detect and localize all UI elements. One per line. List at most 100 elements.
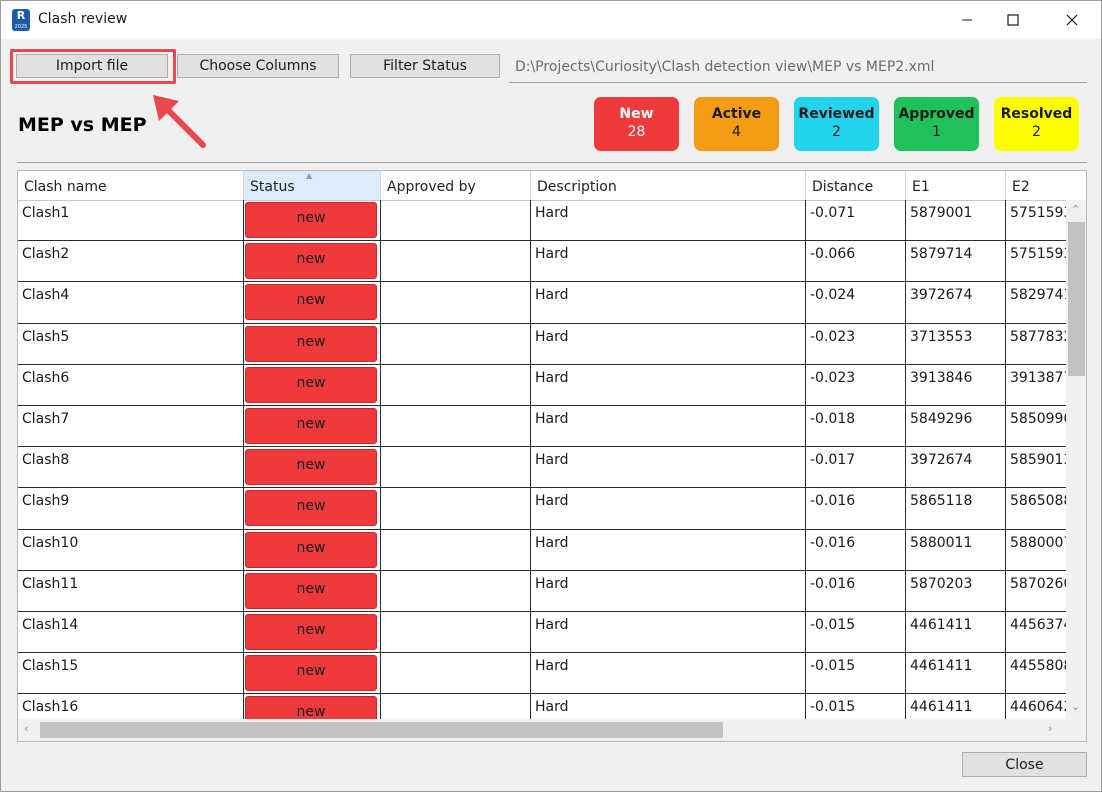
status-tile-reviewed[interactable]: Reviewed 2 — [794, 97, 879, 151]
status-tile-label: Resolved — [1000, 106, 1073, 122]
minimize-button[interactable] — [944, 1, 990, 39]
table-row[interactable]: Clash15 new Hard -0.015 4461411 4455808 — [18, 653, 1086, 695]
status-badge[interactable]: new — [245, 449, 377, 486]
vertical-scroll-thumb[interactable] — [1068, 222, 1085, 376]
cell-distance: -0.016 — [806, 529, 906, 571]
status-badge[interactable]: new — [245, 531, 377, 568]
status-badge[interactable]: new — [245, 202, 377, 238]
column-header-e1[interactable]: E1 — [906, 171, 1006, 200]
table-row[interactable]: Clash5 new Hard -0.023 3713553 5877832 — [18, 323, 1086, 365]
cell-name: Clash8 — [18, 447, 244, 489]
table-row[interactable]: Clash6 new Hard -0.023 3913846 3913877 — [18, 364, 1086, 406]
cell-description: Hard — [531, 323, 806, 365]
column-header-description[interactable]: Description — [531, 171, 806, 200]
table-row[interactable]: Clash2 new Hard -0.066 5879714 5751593 — [18, 241, 1086, 283]
cell-approved-by — [381, 364, 531, 406]
cell-name: Clash6 — [18, 364, 244, 406]
cell-description: Hard — [531, 653, 806, 695]
clash-table: Clash name Status ▲ Approved by Description D… — [17, 170, 1087, 742]
close-button[interactable]: Close — [962, 752, 1087, 777]
status-tile-active[interactable]: Active 4 — [694, 97, 779, 151]
status-badge[interactable]: new — [245, 572, 377, 609]
scroll-corner — [1066, 719, 1086, 741]
cell-e1: 5849296 — [906, 406, 1006, 448]
table-row[interactable]: Clash1 new Hard -0.071 5879001 5751593 — [18, 200, 1086, 242]
cell-distance: -0.016 — [806, 488, 906, 530]
filter-status-button[interactable]: Filter Status — [350, 54, 500, 78]
status-badge[interactable]: new — [245, 325, 377, 362]
column-header-approved-by[interactable]: Approved by — [381, 171, 531, 200]
import-highlight-box — [10, 49, 176, 84]
scroll-left-icon[interactable]: ‹ — [24, 722, 28, 735]
page-title: MEP vs MEP — [18, 114, 147, 136]
table-row[interactable]: Clash7 new Hard -0.018 5849296 5850990 — [18, 406, 1086, 448]
status-badge[interactable]: new — [245, 490, 377, 527]
cell-distance: -0.016 — [806, 570, 906, 612]
cell-name: Clash14 — [18, 612, 244, 654]
status-badge[interactable]: new — [245, 243, 377, 280]
cell-e1: 3713553 — [906, 323, 1006, 365]
cell-distance: -0.017 — [806, 447, 906, 489]
status-tile-label: New — [619, 106, 654, 122]
status-tile-label: Approved — [898, 106, 975, 122]
scroll-down-icon[interactable]: ⌄ — [1071, 700, 1080, 713]
maximize-button[interactable] — [990, 1, 1036, 39]
status-cell: new — [244, 653, 381, 695]
cell-e1: 5865118 — [906, 488, 1006, 530]
cell-name: Clash5 — [18, 323, 244, 365]
file-path-label: D:\Projects\Curiosity\Clash detection vi… — [515, 59, 935, 75]
column-header-clash-name[interactable]: Clash name — [18, 171, 244, 200]
table-row[interactable]: Clash14 new Hard -0.015 4461411 4456374 — [18, 612, 1086, 654]
status-badge[interactable]: new — [245, 655, 377, 692]
cell-description: Hard — [531, 447, 806, 489]
status-badge[interactable]: new — [245, 366, 377, 403]
status-tile-label: Reviewed — [798, 106, 875, 122]
cell-approved-by — [381, 200, 531, 242]
status-cell: new — [244, 282, 381, 324]
cell-description: Hard — [531, 364, 806, 406]
table-header: Clash name Status ▲ Approved by Description D… — [18, 171, 1086, 201]
cell-approved-by — [381, 653, 531, 695]
table-row[interactable]: Clash8 new Hard -0.017 3972674 5859013 — [18, 447, 1086, 489]
cell-name: Clash4 — [18, 282, 244, 324]
cell-distance: -0.024 — [806, 282, 906, 324]
status-badge[interactable]: new — [245, 614, 377, 650]
cell-name: Clash2 — [18, 241, 244, 283]
status-tile-approved[interactable]: Approved 1 — [894, 97, 979, 151]
choose-columns-button[interactable]: Choose Columns — [177, 54, 339, 78]
cell-name: Clash1 — [18, 200, 244, 242]
cell-e1: 3913846 — [906, 364, 1006, 406]
vertical-scrollbar[interactable]: ⌃ ⌄ — [1066, 200, 1086, 720]
status-tile-resolved[interactable]: Resolved 2 — [994, 97, 1079, 151]
cell-distance: -0.018 — [806, 406, 906, 448]
app-icon-subtext: 2025 — [14, 24, 28, 30]
status-cell: new — [244, 529, 381, 571]
horizontal-scrollbar[interactable]: ‹ › — [18, 719, 1066, 741]
column-header-status[interactable]: Status ▲ — [244, 171, 381, 200]
column-header-e2[interactable]: E2 — [1006, 171, 1086, 200]
window-title: Clash review — [38, 11, 128, 27]
cell-distance: -0.071 — [806, 200, 906, 242]
header-divider — [17, 162, 1087, 163]
status-cell: new — [244, 612, 381, 654]
table-row[interactable]: Clash4 new Hard -0.024 3972674 5829741 — [18, 282, 1086, 324]
window-close-button[interactable] — [1049, 1, 1095, 39]
table-row[interactable]: Clash11 new Hard -0.016 5870203 5870260 — [18, 570, 1086, 612]
clash-review-window: R 2025 Clash review Import file Choose Co… — [0, 0, 1102, 792]
table-row[interactable]: Clash10 new Hard -0.016 5880011 5880007 — [18, 529, 1086, 571]
cell-e1: 5879714 — [906, 241, 1006, 283]
status-badge[interactable]: new — [245, 408, 377, 444]
close-icon — [1066, 14, 1078, 26]
revit-app-icon: R 2025 — [12, 9, 30, 31]
cell-description: Hard — [531, 529, 806, 571]
scroll-up-icon[interactable]: ⌃ — [1071, 203, 1080, 216]
horizontal-scroll-thumb[interactable] — [40, 722, 723, 738]
status-tile-new[interactable]: New 28 — [594, 97, 679, 151]
cell-approved-by — [381, 323, 531, 365]
table-row[interactable]: Clash9 new Hard -0.016 5865118 5865088 — [18, 488, 1086, 530]
status-badge[interactable]: new — [245, 284, 377, 321]
cell-description: Hard — [531, 406, 806, 448]
column-header-distance[interactable]: Distance — [806, 171, 906, 200]
status-cell: new — [244, 447, 381, 489]
scroll-right-icon[interactable]: › — [1048, 722, 1052, 735]
